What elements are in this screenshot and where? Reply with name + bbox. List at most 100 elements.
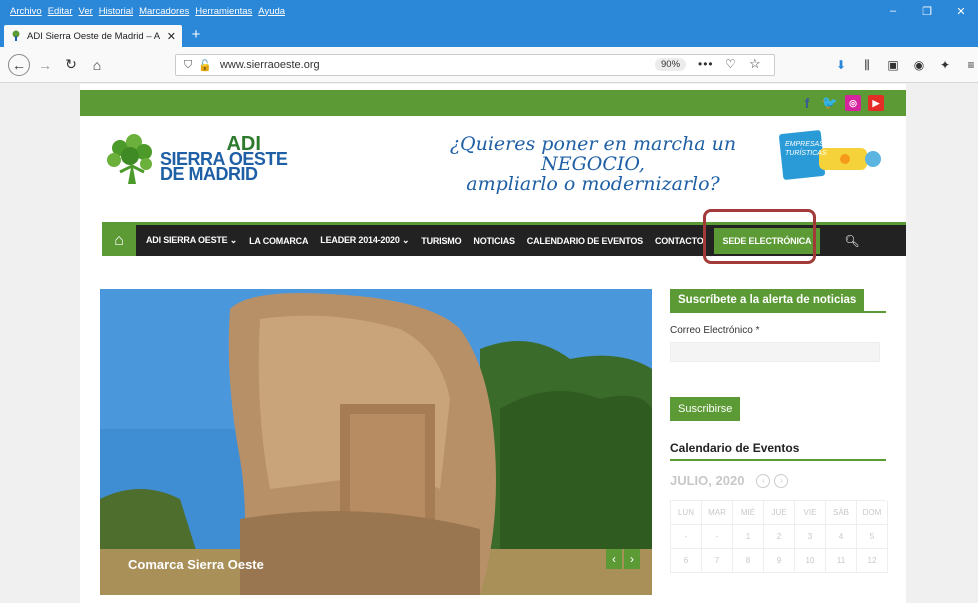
calendar-date: - (671, 525, 702, 549)
nav-adi-sierra-oeste[interactable]: ADI SIERRA OESTE ⌄ (146, 235, 237, 246)
slider-prev-button[interactable]: ‹ (606, 549, 622, 569)
email-field[interactable] (670, 342, 880, 362)
calendar-date[interactable]: 12 (857, 549, 888, 573)
logo-text: ADI SIERRA OESTE DE MADRID (160, 134, 288, 184)
calendar-title: Calendario de Eventos (670, 441, 886, 461)
calendar-date[interactable]: 4 (826, 525, 857, 549)
menu-marcadores[interactable]: Marcadores (139, 6, 189, 17)
menu-historial[interactable]: Historial (99, 6, 133, 17)
calendar-date[interactable]: 10 (795, 549, 826, 573)
reload-button[interactable]: ↻ (60, 54, 82, 76)
slogan-banner[interactable]: ¿Quieres poner en marcha un NEGOCIO, amp… (428, 134, 758, 194)
back-button[interactable]: ← (8, 53, 30, 76)
site-logo[interactable]: ADI SIERRA OESTE DE MADRID (102, 132, 288, 186)
zoom-level[interactable]: 90% (655, 58, 687, 71)
twitter-icon[interactable]: 🐦 (822, 95, 838, 111)
tab-close-icon[interactable]: ✕ (167, 30, 176, 43)
social-links: f 🐦 ◎ ▶ (792, 95, 884, 111)
calendar-date[interactable]: 6 (671, 549, 702, 573)
calendar-date[interactable]: 2 (764, 525, 795, 549)
page-actions-icon[interactable]: ••• (698, 57, 714, 71)
empresas-turisticas-badge[interactable]: EMPRESAS TURÍSTICAS (775, 126, 887, 184)
tab-strip: ADI Sierra Oeste de Madrid – A ✕ + (0, 22, 978, 47)
calendar-date[interactable]: 5 (857, 525, 888, 549)
maximize-button[interactable]: ❐ (910, 0, 944, 22)
site-favicon-icon (10, 30, 22, 42)
slider-next-button[interactable]: › (624, 549, 640, 569)
slider-caption[interactable]: Comarca Sierra Oeste (128, 557, 264, 572)
browser-tab[interactable]: ADI Sierra Oeste de Madrid – A ✕ (4, 25, 182, 47)
logo-line-3: DE MADRID (160, 163, 258, 184)
tree-logo-icon (102, 132, 158, 186)
toolbar-icons: ⬇ ⫼ ▣ ◉ ✦ ≡ (830, 54, 978, 76)
home-button[interactable]: ⌂ (86, 54, 108, 76)
sidebar: Suscríbete a la alerta de noticias Corre… (670, 289, 888, 573)
menu-archivo[interactable]: Archivo (10, 6, 42, 17)
account-icon[interactable]: ◉ (908, 54, 930, 76)
url-text[interactable]: www.sierraoeste.org (220, 59, 320, 71)
new-tab-button[interactable]: + (187, 26, 205, 43)
calendar-date[interactable]: 11 (826, 549, 857, 573)
search-icon[interactable]: 🔍︎ (844, 234, 859, 248)
tracking-shield-icon[interactable]: ⛉ (184, 59, 192, 72)
minimize-button[interactable]: – (876, 0, 910, 22)
page-viewport: f 🐦 ◎ ▶ ADI SIERRA OESTE DE MADRID ¿Quie… (0, 84, 978, 603)
calendar-date: - (702, 525, 733, 549)
pocket-icon[interactable]: ♡ (725, 57, 736, 71)
close-window-button[interactable]: ✕ (944, 0, 978, 22)
hamburger-menu-icon[interactable]: ≡ (960, 54, 978, 76)
window-controls: – ❐ ✕ (876, 0, 978, 22)
nav-la-comarca[interactable]: LA COMARCA (249, 236, 308, 246)
badge-line-1: EMPRESAS (785, 141, 824, 148)
extensions-icon[interactable]: ✦ (934, 54, 956, 76)
email-label: Correo Electrónico * (670, 325, 760, 336)
badge-line-2: TURÍSTICAS (785, 148, 827, 157)
nav-turismo[interactable]: TURISMO (421, 236, 461, 246)
nav-contacto[interactable]: CONTACTO (655, 236, 704, 246)
calendar-date[interactable]: 7 (702, 549, 733, 573)
instagram-icon[interactable]: ◎ (845, 95, 861, 111)
nav-calendario[interactable]: CALENDARIO DE EVENTOS (527, 236, 643, 246)
calendar-month: JULIO, 2020 (670, 473, 745, 488)
bookmark-star-icon[interactable]: ☆ (749, 56, 761, 72)
facebook-icon[interactable]: f (799, 95, 815, 111)
url-bar[interactable]: ⛉ 🔓 www.sierraoeste.org 90% ••• ♡ ☆ (175, 54, 775, 76)
menu-ayuda[interactable]: Ayuda (258, 6, 285, 17)
download-icon[interactable]: ⬇ (830, 54, 852, 76)
insecure-lock-icon[interactable]: 🔓 (198, 59, 212, 72)
calendar-date[interactable]: 9 (764, 549, 795, 573)
menu-herramientas[interactable]: Herramientas (195, 6, 252, 17)
calendar-day-header: VIE (795, 501, 826, 525)
calendar-date[interactable]: 1 (733, 525, 764, 549)
nav-leader[interactable]: LEADER 2014-2020 ⌄ (320, 235, 409, 246)
home-icon[interactable]: ⌂ (102, 225, 136, 256)
annotation-highlight (703, 209, 816, 264)
calendar-month-header: JULIO, 2020 ‹ › (670, 473, 886, 488)
menu-ver[interactable]: Ver (79, 6, 93, 17)
menu-bar: Archivo Editar Ver Historial Marcadores … (0, 0, 978, 22)
calendar-day-header: LUN (671, 501, 702, 525)
nav-noticias[interactable]: NOTICIAS (473, 236, 515, 246)
slider-arrows: ‹ › (604, 549, 640, 569)
calendar-prev-icon[interactable]: ‹ (756, 473, 771, 488)
calendar-day-header: JUE (764, 501, 795, 525)
sidebar-icon[interactable]: ▣ (882, 54, 904, 76)
menu-editar[interactable]: Editar (48, 6, 73, 17)
calendar-grid: LUN MAR MIÉ JUE VIE SÁB DOM - - 1 2 3 4 … (670, 500, 888, 573)
subscribe-button[interactable]: Suscribirse (670, 397, 741, 421)
image-slider[interactable]: Comarca Sierra Oeste ‹ › (100, 289, 652, 595)
slogan-line-1: ¿Quieres poner en marcha un NEGOCIO, (449, 133, 737, 175)
library-icon[interactable]: ⫼ (856, 54, 878, 76)
navigation-bar: ← → ↻ ⌂ ⛉ 🔓 www.sierraoeste.org 90% ••• … (0, 47, 978, 83)
newsletter-title: Suscríbete a la alerta de noticias (670, 289, 865, 311)
slogan-line-2: ampliarlo o modernizarlo? (466, 173, 720, 195)
calendar-next-icon[interactable]: › (774, 473, 789, 488)
youtube-icon[interactable]: ▶ (868, 95, 884, 111)
calendar-date[interactable]: 8 (733, 549, 764, 573)
forward-button[interactable]: → (34, 54, 56, 76)
calendar-day-header: MAR (702, 501, 733, 525)
calendar-date[interactable]: 3 (795, 525, 826, 549)
social-bar: f 🐦 ◎ ▶ (80, 90, 906, 116)
site-header: ADI SIERRA OESTE DE MADRID ¿Quieres pone… (80, 116, 906, 222)
menu-items: Archivo Editar Ver Historial Marcadores … (0, 6, 291, 17)
